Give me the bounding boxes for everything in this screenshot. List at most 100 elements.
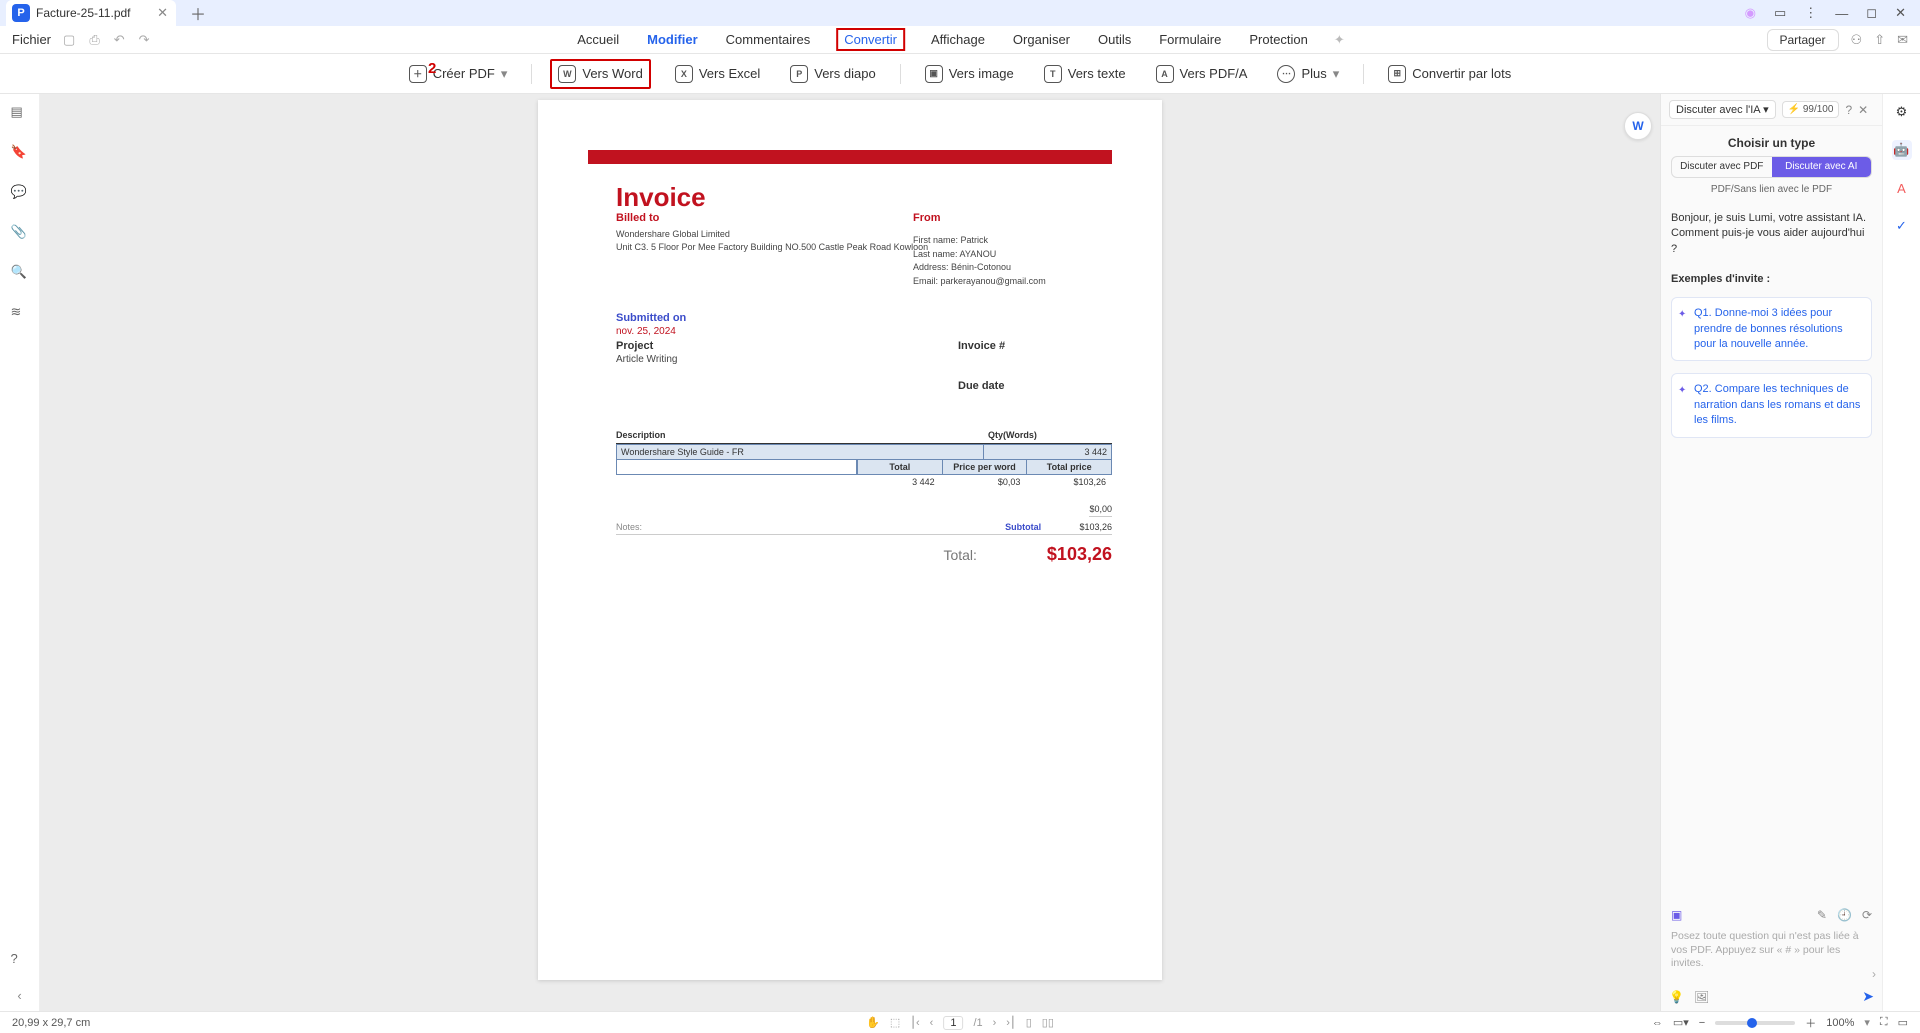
view-mode-icon[interactable]: ▭▾ (1673, 1016, 1689, 1029)
toggle-chat-ai[interactable]: Discuter avec AI (1772, 157, 1872, 177)
hand-tool-icon[interactable]: ✋ (866, 1016, 880, 1029)
to-slides-button[interactable]: P Vers diapo (784, 61, 881, 87)
tab-organiser[interactable]: Organiser (1011, 28, 1072, 51)
next-page-icon[interactable]: › (993, 1017, 997, 1029)
save-icon[interactable]: ▢ (63, 32, 75, 48)
zoom-value[interactable]: 100% (1826, 1017, 1854, 1029)
ai-bottom-bar: 💡 🖼 ➤ (1669, 988, 1874, 1005)
app-icon: P (12, 4, 30, 22)
maximize-icon[interactable]: ◻ (1866, 5, 1877, 21)
translate-icon[interactable]: A (1892, 178, 1912, 198)
word-badge-icon[interactable]: W (1624, 112, 1652, 140)
mail-icon[interactable]: ✉ (1897, 32, 1908, 48)
to-word-button[interactable]: W Vers Word (550, 59, 650, 89)
tab-accueil[interactable]: Accueil (575, 28, 621, 51)
ai-mode-dropdown[interactable]: Discuter avec l'IA ▾ (1669, 100, 1776, 119)
attachments-icon[interactable]: 📎 (11, 224, 29, 242)
file-menu[interactable]: Fichier (12, 32, 51, 47)
fullscreen-icon[interactable]: ⛶ (1880, 1016, 1888, 1029)
help-icon[interactable]: ? (11, 951, 29, 969)
comments-icon[interactable]: 💬 (11, 184, 29, 202)
more-icon[interactable]: ⋮ (1804, 5, 1817, 21)
table-totals-values: 3 442 $0,03 $103,26 (616, 475, 1112, 487)
print-icon[interactable]: ⎙ (89, 32, 99, 48)
lightbulb-icon[interactable]: ✦ (1334, 32, 1345, 48)
billed-line-2: Unit C3. 5 Floor Por Mee Factory Buildin… (616, 241, 928, 254)
tab-commentaires[interactable]: Commentaires (724, 28, 813, 51)
new-tab-button[interactable]: ＋ (190, 1, 206, 25)
ai-robot-icon[interactable]: 🤖 (1892, 140, 1912, 160)
fit-width-icon[interactable]: ⇔ (1652, 1017, 1663, 1029)
toggle-chat-pdf[interactable]: Discuter avec PDF (1672, 157, 1772, 177)
to-text-button[interactable]: T Vers texte (1038, 61, 1132, 87)
undo-icon[interactable]: ↶ (114, 32, 125, 48)
current-page-input[interactable]: 1 (943, 1016, 963, 1030)
cloud-upload-icon[interactable]: ⇧ (1874, 32, 1885, 48)
select-tool-icon[interactable]: ⬚ (890, 1016, 900, 1029)
ai-tone-icon[interactable]: ✎ (1817, 908, 1827, 922)
billed-line-1: Wondershare Global Limited (616, 228, 928, 241)
tab-protection[interactable]: Protection (1247, 28, 1310, 51)
zoom-in-icon[interactable]: ＋ (1805, 1015, 1816, 1031)
batch-convert-button[interactable]: ⊞ Convertir par lots (1382, 61, 1517, 87)
tab-convertir[interactable]: Convertir (836, 28, 905, 51)
create-pdf-icon: ＋ (409, 65, 427, 83)
document-viewport[interactable]: Invoice Billed to Wondershare Global Lim… (40, 94, 1660, 1011)
zoom-slider[interactable] (1715, 1021, 1795, 1025)
to-excel-button[interactable]: X Vers Excel (669, 61, 766, 87)
feedback-icon[interactable]: ▭ (1774, 5, 1786, 21)
search-icon[interactable]: 🔍 (11, 264, 29, 282)
thumbnails-icon[interactable]: ▤ (11, 104, 29, 122)
table-row: Wondershare Style Guide - FR 3 442 (616, 444, 1112, 460)
ai-help-icon[interactable]: ? (1845, 103, 1852, 117)
redo-icon[interactable]: ↷ (139, 32, 150, 48)
ai-send-button[interactable]: ➤ (1862, 988, 1874, 1005)
ai-bulb-icon[interactable]: 💡 (1669, 990, 1684, 1004)
ai-refresh-icon[interactable]: ⟳ (1862, 908, 1872, 922)
collapse-sidebar-icon[interactable]: ‹ (17, 988, 21, 1003)
project-value: Article Writing (616, 354, 678, 365)
ai-example-q2[interactable]: ✦ Q2. Compare les techniques de narratio… (1671, 373, 1872, 437)
checklist-icon[interactable]: ✓ (1892, 216, 1912, 236)
last-page-icon[interactable]: ›⎮ (1006, 1016, 1015, 1029)
single-page-icon[interactable]: ▯ (1026, 1016, 1032, 1029)
from-first-name: First name: Patrick (913, 234, 1046, 248)
close-window-icon[interactable]: ✕ (1895, 5, 1906, 21)
document-tab[interactable]: P Facture-25-11.pdf ✕ (6, 0, 176, 26)
batch-label: Convertir par lots (1412, 66, 1511, 81)
zoom-thumb[interactable] (1747, 1018, 1757, 1028)
more-button[interactable]: ⋯ Plus▾ (1271, 61, 1345, 87)
share-button[interactable]: Partager (1767, 29, 1839, 51)
ai-attach-icon[interactable]: ▣ (1671, 908, 1682, 922)
tab-formulaire[interactable]: Formulaire (1157, 28, 1223, 51)
read-mode-icon[interactable]: ▭ (1898, 1016, 1908, 1029)
layers-icon[interactable]: ≋ (11, 304, 29, 322)
zoom-out-icon[interactable]: − (1699, 1017, 1705, 1029)
ai-close-icon[interactable]: ✕ (1858, 103, 1868, 117)
ai-example-q1[interactable]: ✦ Q1. Donne-moi 3 idées pour prendre de … (1671, 297, 1872, 361)
bookmarks-icon[interactable]: 🔖 (11, 144, 29, 162)
ribbon-divider (1363, 64, 1364, 84)
ai-input-placeholder[interactable]: Posez toute question qui n'est pas liée … (1669, 926, 1874, 975)
ai-credits-badge[interactable]: ⚡ 99/100 (1782, 101, 1840, 118)
minimize-icon[interactable]: — (1835, 6, 1848, 21)
right-tool-strip: ⚙ 🤖 A ✓ (1882, 94, 1920, 1011)
prev-page-icon[interactable]: ‹ (930, 1017, 934, 1029)
col-description: Description (616, 430, 988, 440)
tab-outils[interactable]: Outils (1096, 28, 1133, 51)
to-image-button[interactable]: ▣ Vers image (919, 61, 1020, 87)
first-page-icon[interactable]: ⎮‹ (910, 1016, 919, 1029)
share-tree-icon[interactable]: ⚇ (1851, 32, 1863, 48)
ai-orb-icon[interactable]: ◉ (1745, 5, 1756, 21)
tab-close-icon[interactable]: ✕ (157, 5, 168, 21)
create-pdf-button[interactable]: ＋ Créer PDF▾ (403, 61, 514, 87)
tab-affichage[interactable]: Affichage (929, 28, 987, 51)
ai-history-icon[interactable]: 🕘 (1837, 908, 1852, 922)
tab-modifier[interactable]: Modifier (645, 28, 700, 51)
settings-slider-icon[interactable]: ⚙ (1892, 102, 1912, 122)
ai-image-icon[interactable]: 🖼 (1694, 990, 1709, 1004)
from-address: Address: Bénin-Cotonou (913, 261, 1046, 275)
ai-next-icon[interactable]: › (1872, 967, 1876, 981)
two-page-icon[interactable]: ▯▯ (1042, 1016, 1054, 1029)
to-pdfa-button[interactable]: A Vers PDF/A (1150, 61, 1254, 87)
